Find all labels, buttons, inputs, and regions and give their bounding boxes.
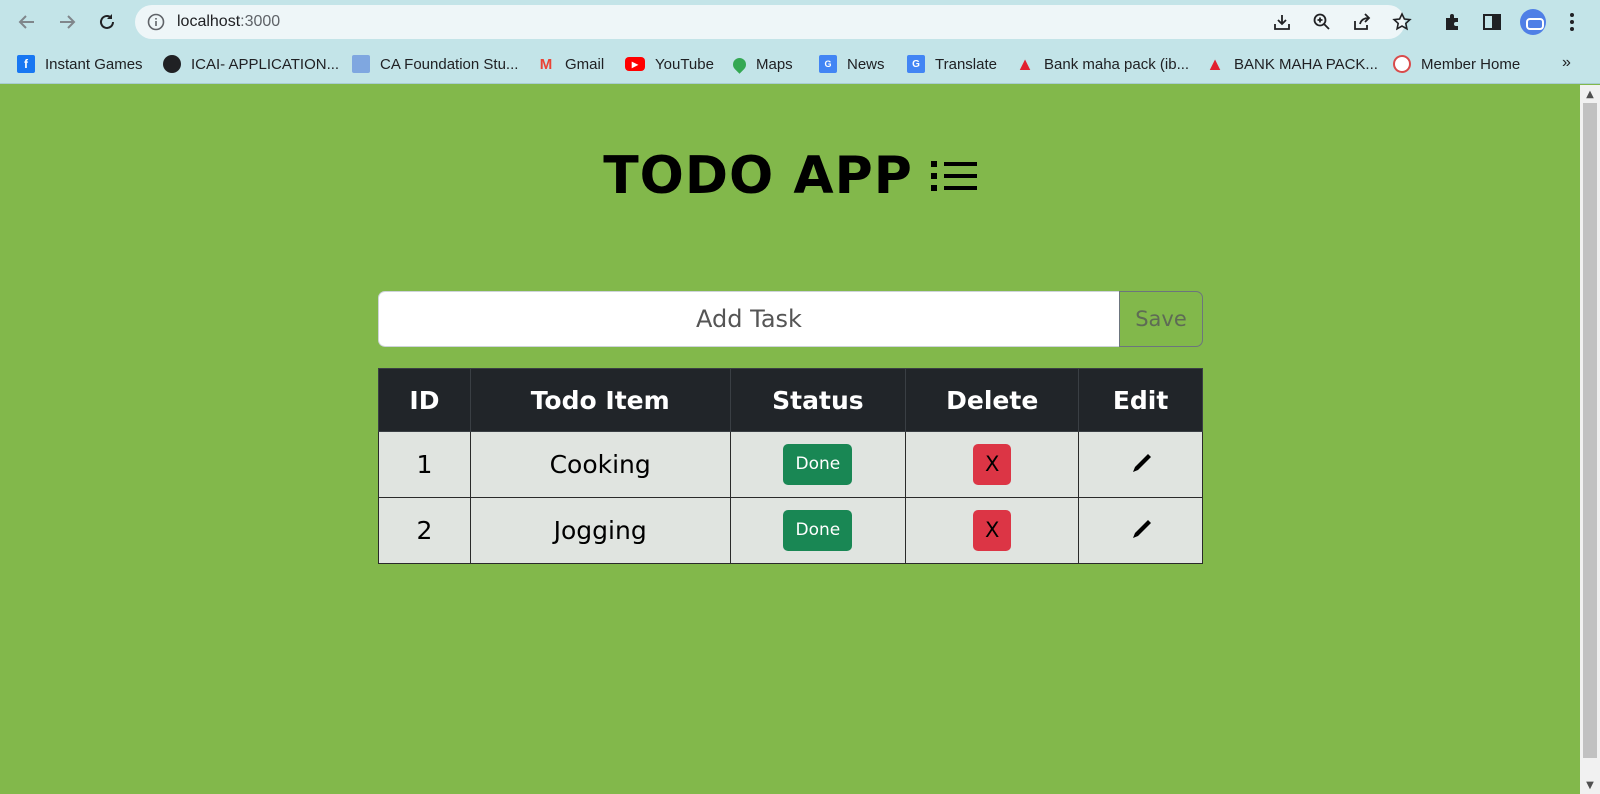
browser-toolbar: localhost:3000 — [0, 0, 1600, 44]
done-button[interactable]: Done — [783, 510, 853, 551]
bookmark-label: Member Home — [1421, 55, 1521, 73]
save-button[interactable]: Save — [1119, 291, 1203, 347]
column-header-id: ID — [378, 368, 471, 432]
list-icon — [930, 158, 977, 194]
page-title-text: TODO APP — [603, 146, 913, 206]
bookmark-label: YouTube — [655, 55, 714, 73]
bookmark-ca-foundation[interactable]: CA Foundation Stu... — [352, 52, 518, 76]
bookmark-maps[interactable]: Maps — [730, 52, 793, 76]
translate-icon: G — [907, 55, 925, 73]
gmail-icon: M — [539, 55, 553, 73]
delete-cell: X — [905, 431, 1080, 498]
menu-kebab-icon[interactable] — [1560, 10, 1584, 34]
zoom-icon[interactable] — [1312, 12, 1332, 32]
table-header-row: ID Todo Item Status Delete Edit — [378, 368, 1203, 432]
facebook-icon: f — [17, 55, 35, 73]
bank-icon: ▲ — [1016, 53, 1034, 74]
column-header-status: Status — [729, 368, 907, 432]
bookmark-bank-maha-pack-1[interactable]: ▲ Bank maha pack (ib... — [1016, 52, 1189, 76]
todo-id: 2 — [378, 497, 471, 564]
bookmark-instant-games[interactable]: f Instant Games — [17, 52, 143, 76]
site-info-icon[interactable] — [147, 13, 165, 35]
scroll-down-arrow-icon[interactable]: ▼ — [1580, 776, 1600, 794]
page-scrollbar[interactable]: ▲ ▼ — [1580, 85, 1600, 794]
address-bar[interactable]: localhost:3000 — [135, 5, 1412, 39]
delete-button[interactable]: X — [973, 510, 1012, 551]
more-bookmarks-button[interactable]: » — [1562, 54, 1571, 72]
done-button[interactable]: Done — [783, 444, 853, 485]
add-task-input[interactable] — [378, 291, 1120, 347]
bookmark-youtube[interactable]: ▶ YouTube — [625, 52, 714, 76]
bookmark-label: Bank maha pack (ib... — [1044, 55, 1190, 73]
todo-table: ID Todo Item Status Delete Edit 1 Cookin… — [378, 368, 1203, 564]
scroll-up-arrow-icon[interactable]: ▲ — [1580, 85, 1600, 103]
reload-button[interactable] — [93, 8, 121, 36]
reload-icon — [100, 14, 114, 29]
bookmark-label: Maps — [756, 55, 793, 73]
ca-foundation-icon — [352, 55, 370, 73]
column-header-delete: Delete — [905, 368, 1080, 432]
install-app-icon[interactable] — [1272, 12, 1292, 32]
bookmark-label: CA Foundation Stu... — [380, 55, 519, 73]
bookmark-icai[interactable]: ICAI- APPLICATION... — [163, 52, 339, 76]
forward-arrow-icon — [60, 15, 76, 29]
member-home-icon — [1393, 55, 1411, 73]
table-row: 1 Cooking Done X — [378, 431, 1203, 498]
bookmark-bank-maha-pack-2[interactable]: ▲ BANK MAHA PACK... — [1206, 52, 1378, 76]
bookmark-translate[interactable]: G Translate — [907, 52, 997, 76]
share-icon[interactable] — [1352, 12, 1372, 32]
scroll-thumb[interactable] — [1583, 103, 1597, 758]
table-row: 2 Jogging Done X — [378, 497, 1203, 564]
bookmark-news[interactable]: G News — [819, 52, 885, 76]
column-header-todo-item: Todo Item — [469, 368, 731, 432]
bookmark-label: News — [847, 55, 885, 73]
news-icon: G — [819, 55, 837, 73]
back-arrow-icon — [18, 15, 34, 29]
forward-button[interactable] — [53, 8, 81, 36]
todo-item-text: Jogging — [469, 497, 731, 564]
column-header-edit: Edit — [1078, 368, 1203, 432]
bookmark-star-icon[interactable] — [1392, 12, 1412, 32]
bookmarks-bar: f Instant Games ICAI- APPLICATION... CA … — [0, 44, 1600, 84]
profile-avatar[interactable] — [1520, 9, 1546, 35]
bookmark-label: ICAI- APPLICATION... — [191, 55, 340, 73]
edit-pencil-icon[interactable] — [1128, 449, 1154, 475]
todo-item-text: Cooking — [469, 431, 731, 498]
globe-icon — [163, 55, 181, 73]
url-host: localhost — [177, 13, 241, 30]
back-button[interactable] — [13, 8, 41, 36]
bookmark-member-home[interactable]: Member Home — [1393, 52, 1520, 76]
delete-button[interactable]: X — [973, 444, 1012, 485]
bookmark-label: Gmail — [565, 55, 605, 73]
edit-pencil-icon[interactable] — [1128, 515, 1154, 541]
status-cell: Done — [729, 431, 907, 498]
delete-cell: X — [905, 497, 1080, 564]
bookmark-gmail[interactable]: M Gmail — [537, 52, 604, 76]
url-port: :3000 — [240, 13, 281, 30]
url-text[interactable]: localhost:3000 — [177, 13, 280, 31]
bookmark-label: BANK MAHA PACK... — [1234, 55, 1378, 73]
youtube-icon: ▶ — [625, 57, 645, 71]
bookmark-label: Instant Games — [45, 55, 143, 73]
add-task-form: Save — [378, 291, 1203, 347]
status-cell: Done — [729, 497, 907, 564]
edit-cell — [1078, 431, 1203, 498]
bank-icon: ▲ — [1206, 53, 1224, 74]
edit-cell — [1078, 497, 1203, 564]
bookmark-label: Translate — [935, 55, 997, 73]
extensions-icon[interactable] — [1440, 10, 1464, 34]
page-title: TODO APP — [0, 143, 1580, 206]
maps-icon — [730, 54, 749, 74]
todo-id: 1 — [378, 431, 471, 498]
side-panel-icon[interactable] — [1480, 10, 1504, 34]
